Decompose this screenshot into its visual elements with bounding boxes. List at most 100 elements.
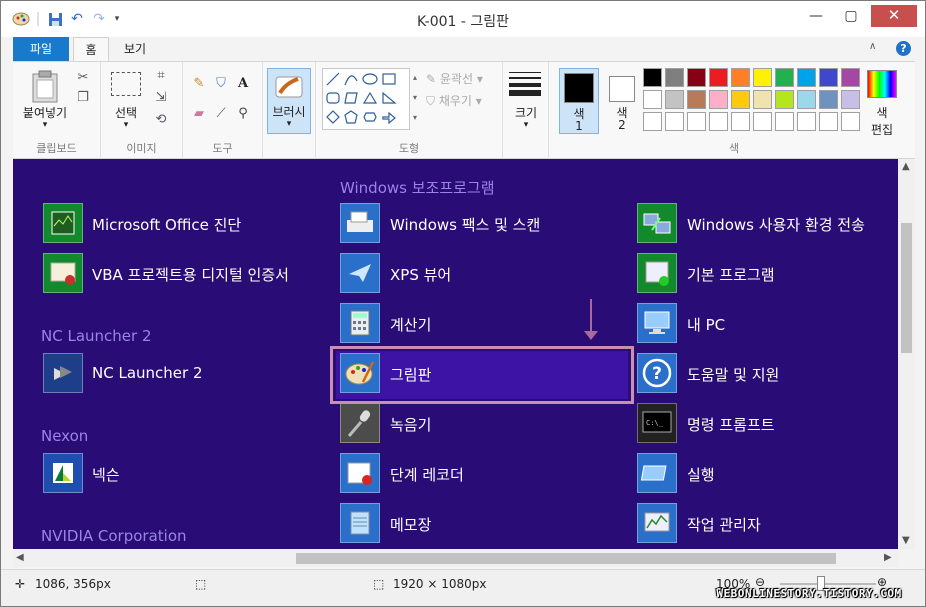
app-label[interactable]: 작업 관리자 [687, 514, 761, 535]
paste-button[interactable]: 붙여넣기 [19, 104, 71, 121]
fill-icon[interactable]: ⛉ [213, 76, 229, 92]
palette-swatch[interactable] [687, 90, 706, 109]
task-manager-icon[interactable] [637, 503, 677, 543]
fax-scan-icon[interactable] [340, 203, 380, 243]
microphone-icon[interactable] [340, 403, 380, 443]
edit-colors-icon[interactable] [867, 70, 897, 98]
color2-button[interactable]: 색 2 [603, 68, 643, 134]
palette-swatch[interactable] [775, 90, 794, 109]
scroll-right-icon[interactable]: ▶ [884, 552, 892, 563]
palette-swatch[interactable] [643, 90, 662, 109]
app-label[interactable]: Microsoft Office 진단 [92, 214, 241, 235]
xps-viewer-icon[interactable] [340, 253, 380, 293]
app-label[interactable]: Windows 사용자 환경 전송 [687, 214, 865, 235]
palette-swatch[interactable] [643, 68, 662, 87]
palette-swatch[interactable] [753, 112, 772, 131]
palette-swatch[interactable] [665, 112, 684, 131]
resize-icon[interactable]: ⇲ [153, 90, 169, 106]
zoom-slider[interactable] [780, 583, 876, 585]
app-label[interactable]: 도움말 및 지원 [687, 364, 779, 385]
paste-dropdown-icon[interactable]: ▾ [19, 120, 71, 130]
magnifier-icon[interactable]: ⚲ [235, 106, 251, 122]
palette-swatch[interactable] [797, 112, 816, 131]
help-icon[interactable]: ? [896, 41, 911, 56]
palette-swatch[interactable] [841, 90, 860, 109]
shapes-scroll[interactable]: ▴ ▾ ▾ [410, 68, 420, 130]
steps-recorder-icon[interactable] [340, 453, 380, 493]
app-label[interactable]: 계산기 [390, 314, 431, 335]
minimize-button[interactable]: — [801, 5, 831, 27]
drawing-canvas[interactable]: Microsoft Office 진단 VBA 프로젝트용 디지털 인증서 NC… [13, 159, 898, 549]
eraser-icon[interactable]: ▰ [191, 106, 207, 122]
fill-button[interactable]: ⛉ 채우기 ▾ [426, 92, 482, 109]
paste-icon[interactable] [31, 70, 59, 104]
app-label[interactable]: 메모장 [390, 514, 431, 535]
scroll-left-icon[interactable]: ◀ [16, 552, 24, 563]
app-label[interactable]: 녹음기 [390, 414, 431, 435]
office-diagnostic-icon[interactable] [43, 203, 83, 243]
palette-swatch[interactable] [841, 112, 860, 131]
palette-swatch[interactable] [753, 90, 772, 109]
text-icon[interactable]: A [235, 76, 251, 92]
palette-swatch[interactable] [709, 68, 728, 87]
size-dropdown-icon[interactable]: ▾ [503, 120, 549, 130]
palette-swatch[interactable] [665, 68, 684, 87]
nexon-icon[interactable] [43, 453, 83, 493]
app-label[interactable]: Windows 팩스 및 스캔 [390, 214, 540, 235]
app-label[interactable]: 명령 프롬프트 [687, 414, 775, 435]
tab-file[interactable]: 파일 [13, 37, 69, 61]
palette-swatch[interactable] [819, 90, 838, 109]
brushes-button[interactable]: 브러시 ▾ [267, 68, 311, 134]
app-label[interactable]: NC Launcher 2 [92, 364, 203, 382]
close-button[interactable]: ✕ [871, 5, 917, 27]
palette-swatch[interactable] [643, 112, 662, 131]
app-label[interactable]: 기본 프로그램 [687, 264, 775, 285]
edit-colors-button[interactable]: 색 편집 [863, 104, 901, 138]
scroll-up-icon[interactable]: ▲ [902, 161, 910, 172]
palette-swatch[interactable] [687, 68, 706, 87]
app-label[interactable]: 넥슨 [92, 464, 120, 485]
my-pc-icon[interactable] [637, 303, 677, 343]
tab-home[interactable]: 홈 [73, 37, 109, 61]
palette-swatch[interactable] [731, 90, 750, 109]
palette-swatch[interactable] [709, 90, 728, 109]
rotate-icon[interactable]: ⟲ [153, 112, 169, 128]
size-button[interactable]: 크기 [503, 104, 549, 121]
outline-button[interactable]: ✎ 윤곽선 ▾ [426, 70, 483, 87]
palette-swatch[interactable] [797, 68, 816, 87]
tab-view[interactable]: 보기 [115, 37, 155, 61]
palette-swatch[interactable] [731, 68, 750, 87]
palette-swatch[interactable] [841, 68, 860, 87]
palette-swatch[interactable] [687, 112, 706, 131]
default-programs-icon[interactable] [637, 253, 677, 293]
calculator-icon[interactable] [340, 303, 380, 343]
nc-launcher-icon[interactable] [43, 353, 83, 393]
help-support-icon[interactable]: ? [637, 353, 677, 393]
app-label[interactable]: 단계 레코더 [390, 464, 464, 485]
pencil-icon[interactable]: ✎ [191, 76, 207, 92]
command-prompt-icon[interactable]: C:\_ [637, 403, 677, 443]
certificate-icon[interactable] [43, 253, 83, 293]
palette-swatch[interactable] [775, 112, 794, 131]
color1-button[interactable]: 색 1 [559, 68, 599, 134]
crop-icon[interactable]: ⌗ [153, 68, 169, 84]
palette-swatch[interactable] [731, 112, 750, 131]
app-label[interactable]: XPS 뷰어 [390, 264, 451, 285]
shapes-gallery[interactable] [322, 68, 410, 130]
palette-swatch[interactable] [819, 68, 838, 87]
run-icon[interactable] [637, 453, 677, 493]
select-button[interactable]: 선택 [105, 104, 147, 121]
palette-swatch[interactable] [775, 68, 794, 87]
easy-transfer-icon[interactable] [637, 203, 677, 243]
notepad-icon[interactable] [340, 503, 380, 543]
select-icon[interactable] [111, 72, 141, 96]
copy-icon[interactable]: ❐ [75, 90, 91, 106]
palette-swatch[interactable] [819, 112, 838, 131]
cut-icon[interactable]: ✂ [75, 70, 91, 86]
palette-swatch[interactable] [797, 90, 816, 109]
app-label[interactable]: 실행 [687, 464, 715, 485]
color-picker-icon[interactable]: ⟋ [213, 106, 229, 122]
horizontal-scrollbar[interactable]: ◀ ▶ [13, 549, 898, 567]
palette-swatch[interactable] [665, 90, 684, 109]
ribbon-collapse-icon[interactable]: ∧ [869, 41, 876, 52]
